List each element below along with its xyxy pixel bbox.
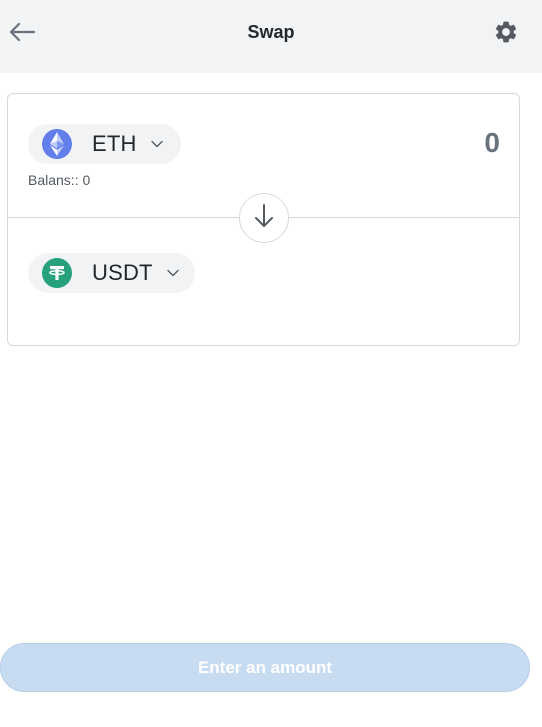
arrow-left-icon [8, 21, 36, 48]
arrow-down-icon [253, 203, 275, 234]
from-token-symbol: ETH [92, 131, 137, 156]
to-token-selector[interactable]: USDT [28, 253, 195, 293]
chevron-down-icon [150, 140, 163, 148]
back-button[interactable] [6, 19, 38, 49]
enter-amount-button[interactable]: Enter an amount [0, 643, 530, 692]
gear-icon [493, 19, 519, 50]
to-token-symbol: USDT [92, 260, 153, 285]
from-token-selector[interactable]: ETH [28, 124, 181, 164]
swap-card: ETH 0 Balans:: 0 USDT [7, 93, 520, 346]
from-balance: Balans:: 0 [28, 172, 91, 188]
settings-button[interactable] [492, 20, 520, 48]
chevron-down-icon [167, 269, 179, 277]
page-title: Swap [247, 22, 295, 42]
tether-icon [42, 258, 72, 288]
from-amount-input[interactable]: 0 [484, 127, 500, 159]
top-bar: Swap [0, 0, 542, 73]
switch-tokens-button[interactable] [239, 193, 289, 243]
ethereum-icon [42, 129, 72, 159]
